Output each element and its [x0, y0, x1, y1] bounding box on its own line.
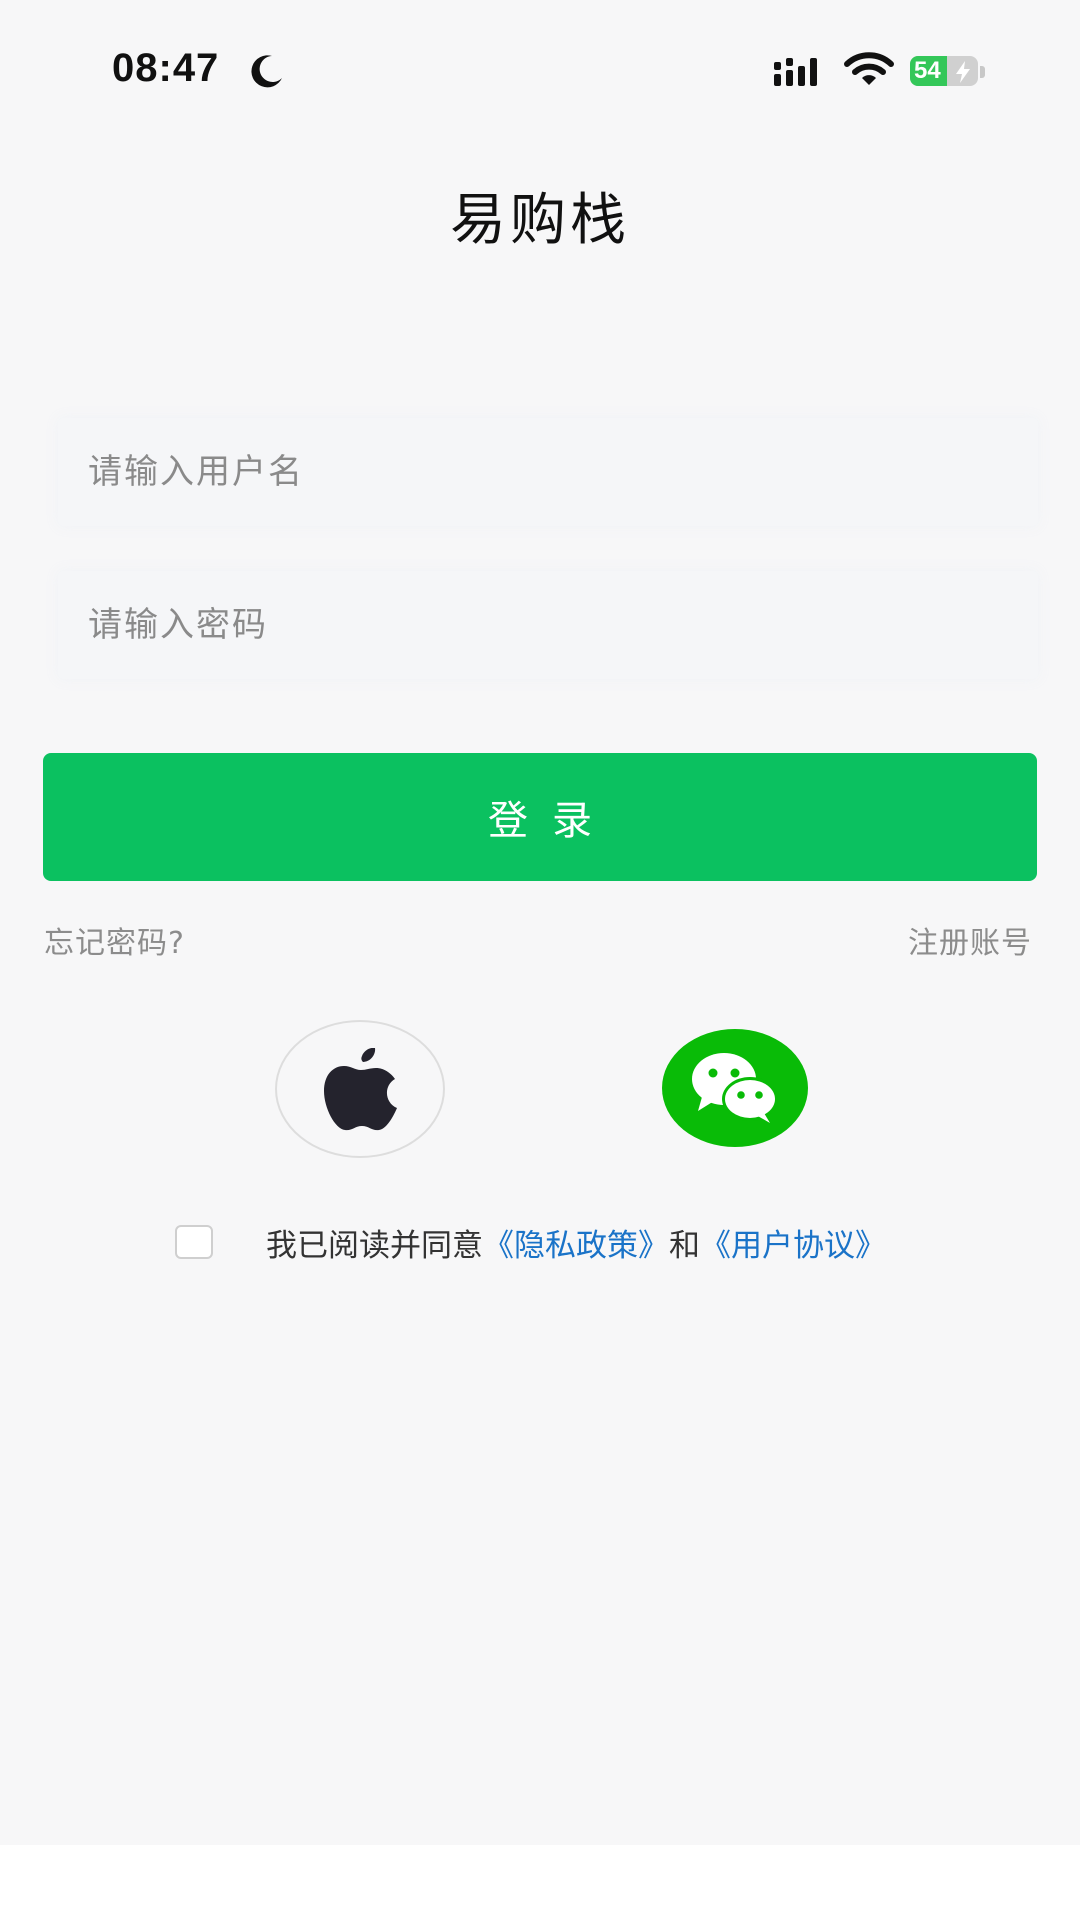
apple-icon [324, 1048, 397, 1131]
login-screen: 08:47 54 易购栈 登录 忘记密码? 注册账号 [0, 0, 1080, 1845]
battery-cap [980, 66, 985, 78]
battery-percent: 54 [914, 57, 941, 84]
app-title: 易购栈 [450, 188, 630, 253]
battery-indicator: 54 [910, 54, 986, 88]
user-agreement-link[interactable]: 《用户协议》 [700, 1228, 886, 1264]
privacy-policy-link[interactable]: 《隐私政策》 [483, 1228, 669, 1264]
agreement-text: 我已阅读并同意《隐私政策》和《用户协议》 [266, 1220, 886, 1265]
cellular-signal-icon [774, 58, 817, 86]
battery-body: 54 [910, 56, 978, 86]
wechat-login-button[interactable] [662, 1029, 808, 1147]
bottom-safe-area [0, 1845, 1080, 1920]
agreement-prefix: 我已阅读并同意 [266, 1228, 483, 1264]
agreement-checkbox[interactable] [175, 1225, 213, 1259]
login-button[interactable]: 登录 [43, 753, 1037, 881]
apple-login-button[interactable] [275, 1020, 445, 1158]
moon-icon [251, 55, 282, 88]
username-input[interactable] [58, 418, 1038, 526]
charging-bolt-icon [956, 61, 970, 83]
wifi-icon [844, 52, 894, 85]
password-input[interactable] [58, 571, 1038, 679]
register-account-link[interactable]: 注册账号 [908, 918, 1032, 962]
username-field[interactable] [58, 418, 1038, 526]
forgot-password-link[interactable]: 忘记密码? [44, 918, 185, 962]
status-time: 08:47 [112, 46, 220, 90]
wechat-icon [692, 1053, 778, 1123]
password-field[interactable] [58, 571, 1038, 679]
agreement-and: 和 [669, 1228, 700, 1264]
